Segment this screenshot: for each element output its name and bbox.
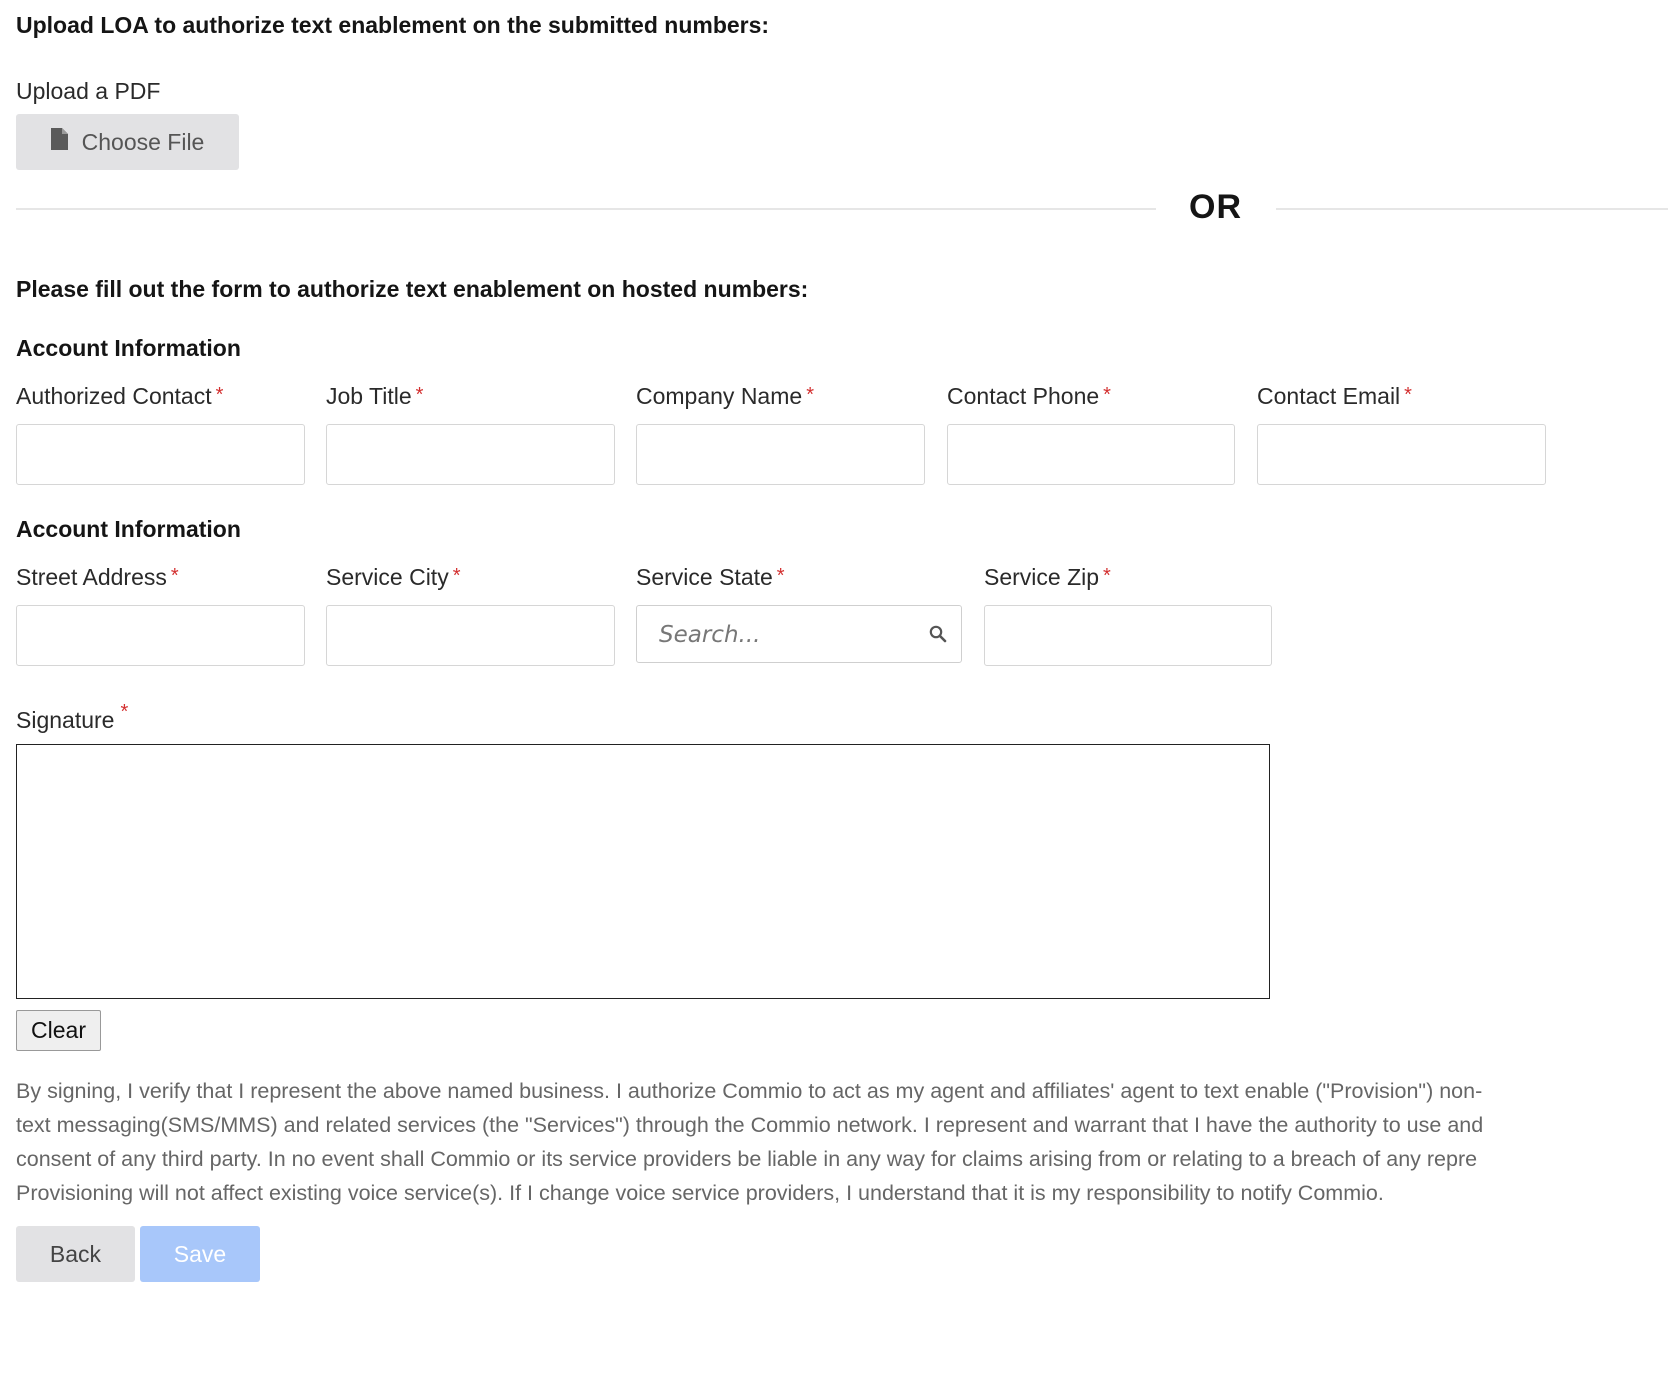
divider-line-right bbox=[1276, 208, 1668, 210]
required-marker: * bbox=[120, 701, 129, 723]
terms-line: consent of any third party. In no event … bbox=[16, 1147, 1478, 1171]
contact-email-label: Contact Email * bbox=[1257, 383, 1412, 409]
service-zip-label: Service Zip * bbox=[984, 564, 1111, 590]
service-city-input[interactable] bbox=[326, 605, 615, 666]
job-title-input[interactable] bbox=[326, 424, 615, 485]
search-icon bbox=[929, 625, 947, 648]
divider-line-left bbox=[16, 208, 1156, 210]
contact-email-input[interactable] bbox=[1257, 424, 1546, 485]
contact-phone-input[interactable] bbox=[947, 424, 1235, 485]
required-marker: * bbox=[776, 565, 785, 587]
upload-label: Upload a PDF bbox=[16, 78, 161, 104]
account-info-title: Account Information bbox=[16, 335, 241, 361]
required-marker: * bbox=[415, 384, 424, 406]
company-name-label: Company Name * bbox=[636, 383, 814, 409]
required-marker: * bbox=[1103, 565, 1111, 587]
required-marker: * bbox=[1103, 384, 1111, 406]
required-marker: * bbox=[452, 565, 461, 587]
service-state-select[interactable] bbox=[636, 605, 962, 663]
file-icon bbox=[50, 128, 68, 156]
save-button[interactable]: Save bbox=[140, 1226, 260, 1282]
required-marker: * bbox=[806, 384, 814, 406]
street-address-label: Street Address * bbox=[16, 564, 179, 590]
address-info-title: Account Information bbox=[16, 516, 241, 542]
or-divider-text: OR bbox=[1189, 188, 1242, 226]
terms-line: text messaging(SMS/MMS) and related serv… bbox=[16, 1113, 1484, 1137]
authorized-contact-label: Authorized Contact * bbox=[16, 383, 224, 409]
terms-line: By signing, I verify that I represent th… bbox=[16, 1079, 1483, 1103]
required-marker: * bbox=[1404, 384, 1412, 406]
company-name-input[interactable] bbox=[636, 424, 925, 485]
contact-phone-label: Contact Phone * bbox=[947, 383, 1111, 409]
back-button[interactable]: Back bbox=[16, 1226, 135, 1282]
service-state-label: Service State * bbox=[636, 564, 785, 590]
form-heading: Please fill out the form to authorize te… bbox=[16, 276, 809, 302]
signature-label: Signature * bbox=[16, 701, 129, 733]
choose-file-button[interactable]: Choose File bbox=[16, 114, 239, 170]
service-state-search-input[interactable] bbox=[657, 618, 921, 652]
terms-text: By signing, I verify that I represent th… bbox=[16, 1074, 1668, 1210]
street-address-input[interactable] bbox=[16, 605, 305, 666]
terms-line: Provisioning will not affect existing vo… bbox=[16, 1181, 1384, 1205]
required-marker: * bbox=[170, 565, 179, 587]
job-title-label: Job Title * bbox=[326, 383, 424, 409]
upload-heading: Upload LOA to authorize text enablement … bbox=[16, 12, 770, 38]
required-marker: * bbox=[215, 384, 224, 406]
clear-signature-button[interactable]: Clear bbox=[16, 1010, 101, 1051]
choose-file-label: Choose File bbox=[81, 128, 205, 155]
service-zip-input[interactable] bbox=[984, 605, 1272, 666]
authorized-contact-input[interactable] bbox=[16, 424, 305, 485]
signature-pad[interactable] bbox=[16, 744, 1270, 999]
service-city-label: Service City * bbox=[326, 564, 461, 590]
